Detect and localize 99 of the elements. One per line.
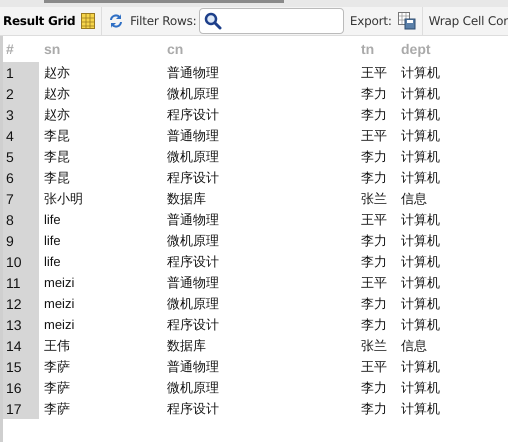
row-number: 9 <box>3 230 39 251</box>
table-cell-text: 李力 <box>360 232 388 250</box>
table-cell-text: 微机原理 <box>166 294 220 312</box>
table-cell-text: 计算机 <box>400 378 441 396</box>
table-cell-text: 普通物理 <box>166 274 220 292</box>
table-cell-text: 王平 <box>360 210 388 228</box>
table-cell-text: 计算机 <box>400 274 441 292</box>
table-cell-text: 微机原理 <box>166 148 220 166</box>
column-header[interactable]: sn <box>39 41 165 57</box>
table-cell-text: 张兰 <box>360 336 388 354</box>
table-cell-text: 王平 <box>360 358 388 376</box>
search-icon <box>204 12 222 30</box>
column-header[interactable]: # <box>3 36 39 62</box>
row-number: 15 <box>3 356 39 377</box>
table-cell-text: 李力 <box>360 252 388 270</box>
table-cell-text: 普通物理 <box>166 358 220 376</box>
table-cell-text: 王伟 <box>43 336 71 354</box>
table-cell-text: 李昆 <box>43 126 71 144</box>
refresh-icon[interactable] <box>108 13 124 29</box>
table-cell-text: 程序设计 <box>166 252 220 270</box>
table-cell-text: 李力 <box>360 400 388 418</box>
table-cell-text: life <box>43 233 62 248</box>
filter-rows-label: Filter Rows: <box>130 14 197 28</box>
table-cell-text: 赵亦 <box>43 106 71 124</box>
table-cell-text: 数据库 <box>166 190 207 208</box>
table-cell-text: 李力 <box>360 294 388 312</box>
row-number: 3 <box>3 104 39 125</box>
table-cell-text: 程序设计 <box>166 168 220 186</box>
export-label: Export: <box>350 14 392 28</box>
table-cell-text: 李昆 <box>43 148 71 166</box>
table-cell-text: 李力 <box>360 168 388 186</box>
export-icon[interactable] <box>398 12 416 30</box>
table-cell-text: 张兰 <box>360 190 388 208</box>
table-cell-text: 计算机 <box>400 126 441 144</box>
row-number: 5 <box>3 146 39 167</box>
table-cell-text: 计算机 <box>400 84 441 102</box>
row-number: 6 <box>3 167 39 188</box>
table-cell-text: 数据库 <box>166 336 207 354</box>
table-cell-text: 王平 <box>360 126 388 144</box>
row-number: 13 <box>3 314 39 335</box>
table-cell-text: 计算机 <box>400 148 441 166</box>
row-number: 14 <box>3 335 39 356</box>
table-cell-text: 李昆 <box>43 168 71 186</box>
table-cell-text: 程序设计 <box>166 316 220 334</box>
table-cell-text: 王平 <box>360 274 388 292</box>
table-cell-text: 李力 <box>360 316 388 334</box>
table-cell-text: 普通物理 <box>166 64 220 82</box>
table-cell-text: 李力 <box>360 106 388 124</box>
table-cell-text: 李萨 <box>43 400 71 418</box>
row-number: 7 <box>3 188 39 209</box>
table-cell-text: 计算机 <box>400 294 441 312</box>
row-number: 2 <box>3 83 39 104</box>
table-cell-text: 计算机 <box>400 64 441 82</box>
row-number: 4 <box>3 125 39 146</box>
table-cell-text: 李力 <box>360 378 388 396</box>
table-cell-text: 微机原理 <box>166 378 220 396</box>
row-number: 12 <box>3 293 39 314</box>
table-cell-text: 计算机 <box>400 210 441 228</box>
table-cell-text: life <box>43 212 62 227</box>
column-header[interactable]: tn <box>359 41 399 57</box>
column-header[interactable]: cn <box>165 41 359 57</box>
table-cell-text: 计算机 <box>400 316 441 334</box>
table-cell-text: 张小明 <box>43 190 84 208</box>
table-cell-text: meizi <box>43 317 76 332</box>
row-number: 16 <box>3 377 39 398</box>
row-number: 17 <box>3 398 39 419</box>
table-cell-text: 赵亦 <box>43 84 71 102</box>
table-cell-text: 计算机 <box>400 252 441 270</box>
filter-field[interactable] <box>198 8 344 34</box>
table-cell-text: 信息 <box>400 336 428 354</box>
table-cell-text: meizi <box>43 275 76 290</box>
table-cell-text: 计算机 <box>400 400 441 418</box>
table-cell-text: 程序设计 <box>166 106 220 124</box>
table-cell-text: 计算机 <box>400 168 441 186</box>
row-number: 8 <box>3 209 39 230</box>
row-number: 10 <box>3 251 39 272</box>
table-cell-text: 王平 <box>360 64 388 82</box>
table-cell-text: 计算机 <box>400 106 441 124</box>
table-cell-text: 信息 <box>400 190 428 208</box>
grid-icon[interactable] <box>81 13 96 29</box>
table-cell-text: meizi <box>43 296 76 311</box>
table-cell-text: 李力 <box>360 84 388 102</box>
result-grid-label: Result Grid <box>3 14 76 28</box>
column-header[interactable]: dept <box>399 41 499 57</box>
table-cell-text: 普通物理 <box>166 210 220 228</box>
table-cell-text: 微机原理 <box>166 232 220 250</box>
table-cell-text: 普通物理 <box>166 126 220 144</box>
table-cell-text: 微机原理 <box>166 84 220 102</box>
table-cell-text: 计算机 <box>400 358 441 376</box>
table-cell-text: 赵亦 <box>43 64 71 82</box>
row-number: 1 <box>3 62 39 83</box>
table-cell-text: life <box>43 254 62 269</box>
row-number: 11 <box>3 272 39 293</box>
table-cell-text: 李萨 <box>43 378 71 396</box>
table-cell-text: 计算机 <box>400 232 441 250</box>
wrap-cell-label: Wrap Cell Cor <box>428 14 508 28</box>
table-cell-text: 李萨 <box>43 358 71 376</box>
table-cell-text: 程序设计 <box>166 400 220 418</box>
table-cell-text: 李力 <box>360 148 388 166</box>
